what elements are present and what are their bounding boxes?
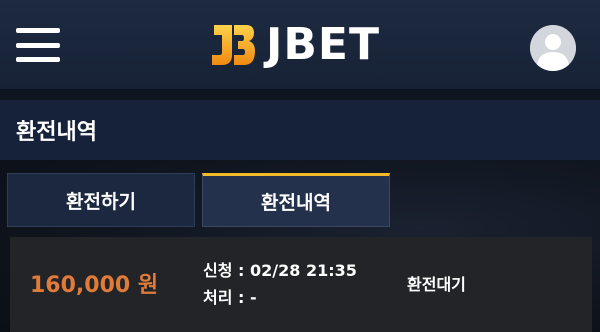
record-meta: 신청 : 02/28 21:35 처리 : - xyxy=(203,257,357,311)
page-title: 환전내역 xyxy=(0,100,600,160)
menu-bar xyxy=(16,42,60,48)
list-item: 160,000 원 신청 : 02/28 21:35 처리 : - 환전대기 xyxy=(10,237,592,332)
processed-row: 처리 : - xyxy=(203,284,357,311)
menu-bar xyxy=(16,28,60,33)
applied-value: 02/28 21:35 xyxy=(250,261,357,280)
top-header: JBET xyxy=(0,0,600,90)
logo-mark-icon xyxy=(210,21,256,69)
processed-value: - xyxy=(250,288,257,307)
tab-exchange-history[interactable]: 환전내역 xyxy=(202,173,390,227)
record-amount: 160,000 원 xyxy=(30,273,159,298)
hamburger-icon[interactable] xyxy=(16,28,62,62)
status-badge: 환전대기 xyxy=(407,275,466,294)
processed-label: 처리 : xyxy=(203,288,245,307)
logo-text: JBET xyxy=(266,19,380,70)
menu-bar xyxy=(16,57,60,62)
user-avatar-icon[interactable] xyxy=(530,25,576,71)
applied-label: 신청 : xyxy=(203,261,245,280)
tab-exchange-request[interactable]: 환전하기 xyxy=(7,173,195,227)
brand-logo[interactable]: JBET xyxy=(210,18,380,72)
applied-row: 신청 : 02/28 21:35 xyxy=(203,257,357,284)
